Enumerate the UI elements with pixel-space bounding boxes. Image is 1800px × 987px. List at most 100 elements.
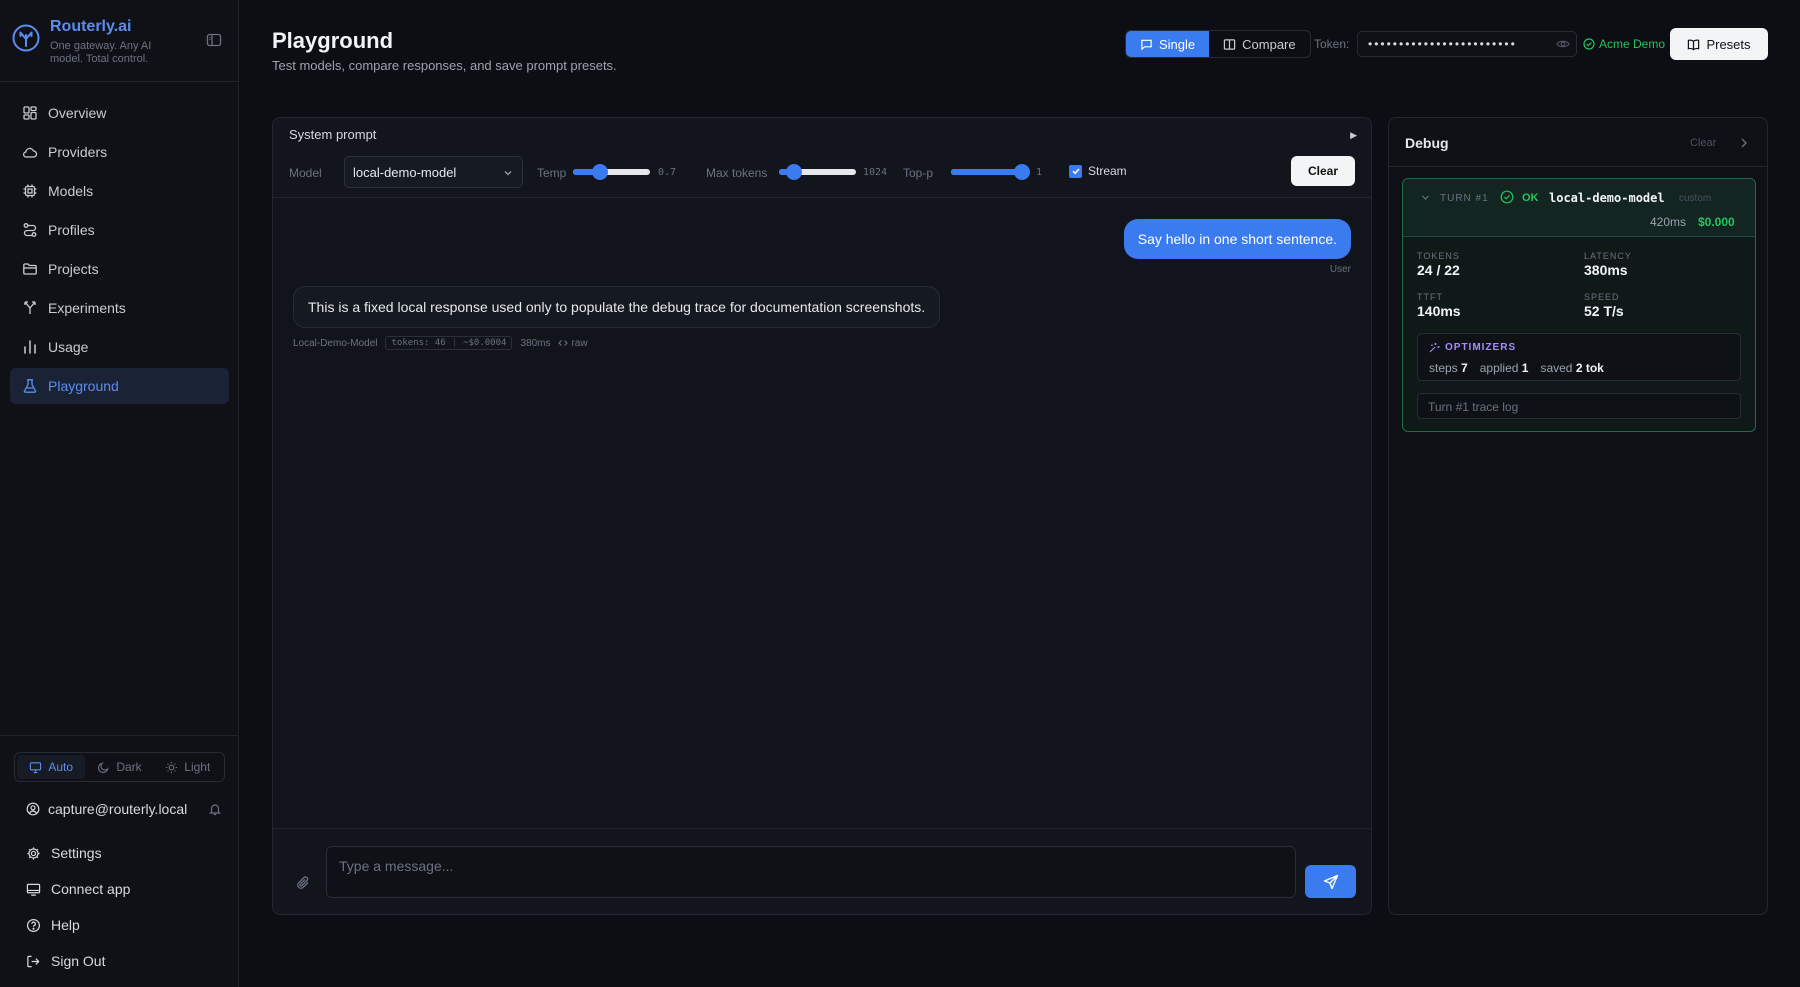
theme-option-dark[interactable]: Dark (85, 755, 153, 779)
slider-knob[interactable] (786, 164, 803, 180)
stream-toggle[interactable]: Stream (1069, 164, 1127, 178)
turn-number: TURN #1 (1440, 193, 1489, 204)
chevron-down-icon[interactable] (1420, 192, 1431, 203)
stream-checkbox[interactable] (1069, 164, 1082, 178)
user-account[interactable]: capture@routerly.local (26, 801, 222, 817)
playground-panel: System prompt ▶ Model local-demo-model T… (272, 117, 1372, 915)
eye-icon[interactable] (1556, 37, 1570, 51)
raw-toggle[interactable]: raw (558, 338, 588, 349)
debug-title: Debug (1405, 135, 1449, 151)
chevron-down-icon (504, 171, 512, 176)
mode-toggle: Single Compare (1125, 30, 1311, 58)
sidebar-collapse-icon[interactable] (206, 32, 222, 48)
system-prompt-toggle[interactable]: System prompt (289, 127, 376, 142)
help-icon (26, 918, 41, 932)
max-tokens-slider[interactable] (779, 164, 856, 180)
top-p-label: Top-p (903, 166, 934, 180)
theme-option-auto[interactable]: Auto (17, 755, 86, 779)
connect-app-link[interactable]: Connect app (26, 871, 130, 907)
sidebar-item-experiments[interactable]: Experiments (10, 290, 229, 326)
token-cost-badge: tokens: 46 | ~$0.0004 (385, 336, 513, 350)
theme-switch: Auto Dark Light (14, 752, 225, 782)
columns-icon (1223, 38, 1236, 50)
clear-chat-button[interactable]: Clear (1291, 156, 1355, 186)
trace-log-toggle[interactable]: Turn #1 trace log (1417, 393, 1741, 419)
settings-label: Settings (51, 845, 102, 861)
brand[interactable]: Routerly.ai One gateway. Any AI model. T… (12, 18, 170, 66)
turn-model: local-demo-model (1549, 191, 1665, 205)
debug-clear-button[interactable]: Clear (1690, 137, 1716, 149)
sidebar-divider (0, 81, 238, 82)
folder-icon (23, 263, 37, 275)
sidebar-item-overview[interactable]: Overview (10, 95, 229, 131)
sidebar-item-usage[interactable]: Usage (10, 329, 229, 365)
paperclip-icon[interactable] (295, 875, 311, 891)
top-p-slider[interactable] (951, 164, 1030, 180)
cpu-icon (23, 184, 37, 198)
sidebar-item-profiles[interactable]: Profiles (10, 212, 229, 248)
slider-knob[interactable] (591, 164, 608, 180)
mode-single-label: Single (1159, 36, 1196, 52)
theme-option-light[interactable]: Light (154, 755, 222, 779)
assistant-message-meta: Local-Demo-Model tokens: 46 | ~$0.0004 3… (293, 336, 588, 350)
presets-button[interactable]: Presets (1670, 28, 1768, 60)
steps-value: 7 (1461, 361, 1468, 375)
moon-icon (98, 761, 109, 773)
sidebar-divider (0, 735, 238, 736)
sidebar-item-label: Experiments (48, 300, 126, 316)
sidebar-item-models[interactable]: Models (10, 173, 229, 209)
slider-knob[interactable] (1013, 164, 1030, 180)
monitor-icon (30, 761, 42, 773)
token-status-label: Acme Demo (1599, 37, 1666, 51)
sidebar-item-playground[interactable]: Playground (10, 368, 229, 404)
sidebar-footer-links: Settings Connect app Help Sign Out (26, 835, 130, 979)
saved-label: saved (1540, 361, 1573, 375)
bell-icon[interactable] (208, 802, 222, 816)
grid-icon (23, 106, 37, 120)
optimizers-summary[interactable]: OPTIMIZERS steps 7 applied 1 saved 2 tok (1417, 333, 1741, 381)
max-tokens-label: Max tokens (706, 166, 768, 180)
sidebar-item-label: Profiles (48, 222, 95, 238)
check-icon (1071, 168, 1080, 175)
temp-value: 0.7 (658, 167, 677, 178)
model-select[interactable]: local-demo-model (344, 156, 523, 188)
sign-out-label: Sign Out (51, 953, 106, 969)
help-link[interactable]: Help (26, 907, 130, 943)
page-subtitle: Test models, compare responses, and save… (272, 58, 617, 73)
settings-link[interactable]: Settings (26, 835, 130, 871)
assistant-model-name: Local-Demo-Model (293, 337, 378, 349)
mode-compare-button[interactable]: Compare (1209, 31, 1309, 57)
book-open-icon (1688, 39, 1700, 50)
sidebar-item-providers[interactable]: Providers (10, 134, 229, 170)
meta-latency: 380ms (520, 337, 551, 349)
send-button[interactable] (1305, 865, 1356, 898)
turn-header[interactable]: TURN #1 OK local-demo-model custom 420ms… (1403, 179, 1755, 237)
brand-tagline: One gateway. Any AI model. Total control… (50, 40, 152, 65)
expand-caret-icon[interactable]: ▶ (1350, 130, 1357, 141)
route-icon (23, 223, 37, 237)
token-value: •••••••••••••••••••••••• (1368, 37, 1517, 51)
sidebar-item-label: Providers (48, 144, 108, 160)
temp-slider[interactable] (573, 164, 650, 180)
cloud-icon (23, 147, 38, 158)
user-message: Say hello in one short sentence. (1123, 219, 1351, 259)
sidebar-item-projects[interactable]: Projects (10, 251, 229, 287)
message-input[interactable]: Type a message... (326, 846, 1296, 898)
sign-out-link[interactable]: Sign Out (26, 943, 130, 979)
presets-label: Presets (1706, 36, 1751, 52)
send-icon (1323, 874, 1338, 889)
stat-speed: SPEED 52 T/s (1584, 292, 1624, 319)
sparkles-icon (1429, 343, 1440, 353)
user-email: capture@routerly.local (48, 801, 188, 817)
chat-transcript: Say hello in one short sentence. User Th… (273, 198, 1371, 828)
bar-chart-icon (24, 340, 36, 354)
turn-kind: custom (1679, 193, 1712, 204)
stat-ttft: TTFT 140ms (1417, 292, 1461, 319)
chevron-right-icon[interactable] (1737, 136, 1751, 150)
token-input[interactable]: •••••••••••••••••••••••• (1357, 31, 1577, 57)
max-tokens-value: 1024 (863, 167, 888, 178)
optimizer-applied: applied 1 (1480, 361, 1529, 375)
mode-single-button[interactable]: Single (1126, 31, 1210, 57)
steps-label: steps (1429, 361, 1458, 375)
stat-latency: LATENCY 380ms (1584, 251, 1632, 278)
